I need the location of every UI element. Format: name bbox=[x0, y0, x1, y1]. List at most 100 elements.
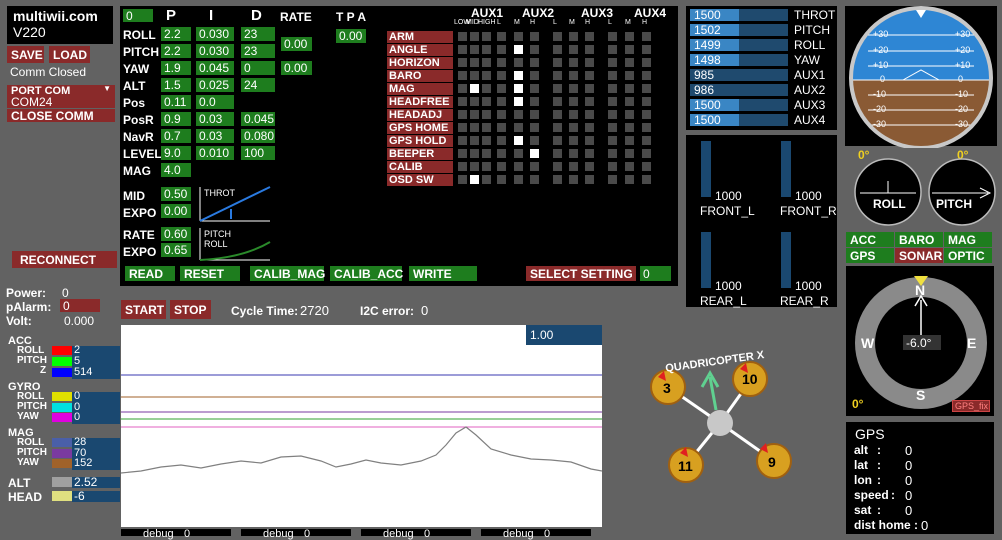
aux-checkbox[interactable] bbox=[458, 162, 467, 171]
aux-checkbox[interactable] bbox=[585, 32, 594, 41]
pid-p-input[interactable]: 0.9 bbox=[161, 112, 191, 126]
aux-checkbox[interactable] bbox=[625, 123, 634, 132]
aux-checkbox[interactable] bbox=[470, 58, 479, 67]
aux-checkbox[interactable] bbox=[625, 45, 634, 54]
aux-checkbox[interactable] bbox=[514, 32, 523, 41]
aux-checkbox[interactable] bbox=[530, 149, 539, 158]
aux-checkbox[interactable] bbox=[514, 84, 523, 93]
pid-p-input[interactable]: 2.2 bbox=[161, 44, 191, 58]
pid-p-input[interactable]: 0.7 bbox=[161, 129, 191, 143]
aux-checkbox[interactable] bbox=[497, 32, 506, 41]
aux-checkbox[interactable] bbox=[530, 162, 539, 171]
tpa-input[interactable]: 0.00 bbox=[336, 29, 366, 43]
write-button[interactable]: WRITE bbox=[409, 266, 477, 281]
aux-checkbox[interactable] bbox=[514, 97, 523, 106]
aux-checkbox[interactable] bbox=[625, 136, 634, 145]
pid-i-input[interactable]: 0.03 bbox=[196, 112, 234, 126]
aux-checkbox[interactable] bbox=[585, 45, 594, 54]
aux-checkbox[interactable] bbox=[482, 175, 491, 184]
aux-checkbox[interactable] bbox=[553, 58, 562, 67]
pid-p-input[interactable]: 4.0 bbox=[161, 163, 191, 177]
aux-checkbox[interactable] bbox=[470, 84, 479, 93]
aux-checkbox[interactable] bbox=[470, 123, 479, 132]
aux-checkbox[interactable] bbox=[458, 84, 467, 93]
aux-checkbox[interactable] bbox=[642, 58, 651, 67]
aux-checkbox[interactable] bbox=[470, 175, 479, 184]
aux-checkbox[interactable] bbox=[569, 110, 578, 119]
aux-checkbox[interactable] bbox=[482, 136, 491, 145]
aux-checkbox[interactable] bbox=[514, 162, 523, 171]
aux-checkbox[interactable] bbox=[585, 136, 594, 145]
pid-d-input[interactable]: 0 bbox=[241, 61, 275, 75]
aux-checkbox[interactable] bbox=[553, 97, 562, 106]
aux-checkbox[interactable] bbox=[569, 58, 578, 67]
aux-checkbox[interactable] bbox=[585, 71, 594, 80]
aux-checkbox[interactable] bbox=[514, 136, 523, 145]
aux-checkbox[interactable] bbox=[608, 162, 617, 171]
aux-checkbox[interactable] bbox=[608, 136, 617, 145]
aux-checkbox[interactable] bbox=[642, 32, 651, 41]
aux-checkbox[interactable] bbox=[530, 58, 539, 67]
aux-checkbox[interactable] bbox=[497, 123, 506, 132]
aux-checkbox[interactable] bbox=[642, 136, 651, 145]
aux-checkbox[interactable] bbox=[625, 32, 634, 41]
aux-checkbox[interactable] bbox=[642, 45, 651, 54]
aux-checkbox[interactable] bbox=[585, 149, 594, 158]
gyro-roll-checkbox[interactable] bbox=[52, 392, 72, 401]
aux-checkbox[interactable] bbox=[514, 110, 523, 119]
aux-checkbox[interactable] bbox=[514, 175, 523, 184]
aux-checkbox[interactable] bbox=[482, 71, 491, 80]
aux-checkbox[interactable] bbox=[458, 58, 467, 67]
pid-p-input[interactable]: 2.2 bbox=[161, 27, 191, 41]
aux-checkbox[interactable] bbox=[470, 97, 479, 106]
aux-checkbox[interactable] bbox=[553, 136, 562, 145]
aux-checkbox[interactable] bbox=[642, 71, 651, 80]
aux-checkbox[interactable] bbox=[482, 58, 491, 67]
aux-checkbox[interactable] bbox=[458, 123, 467, 132]
aux-checkbox[interactable] bbox=[530, 110, 539, 119]
aux-checkbox[interactable] bbox=[482, 123, 491, 132]
aux-checkbox[interactable] bbox=[625, 110, 634, 119]
aux-checkbox[interactable] bbox=[497, 45, 506, 54]
pid-d-input[interactable]: 0.045 bbox=[241, 112, 275, 126]
aux-checkbox[interactable] bbox=[642, 162, 651, 171]
aux-checkbox[interactable] bbox=[569, 45, 578, 54]
mag-pitch-checkbox[interactable] bbox=[52, 449, 72, 458]
aux-checkbox[interactable] bbox=[642, 123, 651, 132]
aux-checkbox[interactable] bbox=[569, 149, 578, 158]
com-port-item[interactable]: COM24 bbox=[7, 95, 115, 109]
gyro-pitch-checkbox[interactable] bbox=[52, 403, 72, 412]
aux-checkbox[interactable] bbox=[553, 123, 562, 132]
pid-i-input[interactable]: 0.025 bbox=[196, 78, 234, 92]
calib-mag-button[interactable]: CALIB_MAG bbox=[250, 266, 325, 281]
aux-checkbox[interactable] bbox=[608, 58, 617, 67]
aux-checkbox[interactable] bbox=[553, 84, 562, 93]
aux-checkbox[interactable] bbox=[642, 110, 651, 119]
aux-checkbox[interactable] bbox=[470, 71, 479, 80]
aux-checkbox[interactable] bbox=[470, 45, 479, 54]
aux-checkbox[interactable] bbox=[585, 97, 594, 106]
alt-checkbox[interactable] bbox=[52, 477, 72, 487]
aux-checkbox[interactable] bbox=[585, 162, 594, 171]
aux-checkbox[interactable] bbox=[625, 84, 634, 93]
rate-yaw-input[interactable]: 0.00 bbox=[281, 61, 312, 75]
aux-checkbox[interactable] bbox=[482, 162, 491, 171]
read-button[interactable]: READ bbox=[125, 266, 175, 281]
pid-p-input[interactable]: 1.5 bbox=[161, 78, 191, 92]
aux-checkbox[interactable] bbox=[482, 45, 491, 54]
aux-checkbox[interactable] bbox=[585, 123, 594, 132]
aux-checkbox[interactable] bbox=[514, 123, 523, 132]
aux-checkbox[interactable] bbox=[482, 84, 491, 93]
aux-checkbox[interactable] bbox=[625, 149, 634, 158]
aux-checkbox[interactable] bbox=[514, 45, 523, 54]
aux-checkbox[interactable] bbox=[458, 97, 467, 106]
pid-i-input[interactable]: 0.030 bbox=[196, 44, 234, 58]
aux-checkbox[interactable] bbox=[497, 58, 506, 67]
pid-p-input[interactable]: 0.11 bbox=[161, 95, 191, 109]
rate-input[interactable]: 0.60 bbox=[161, 227, 191, 241]
aux-checkbox[interactable] bbox=[458, 175, 467, 184]
aux-checkbox[interactable] bbox=[497, 110, 506, 119]
aux-checkbox[interactable] bbox=[497, 162, 506, 171]
aux-checkbox[interactable] bbox=[608, 45, 617, 54]
pid-i-input[interactable]: 0.045 bbox=[196, 61, 234, 75]
